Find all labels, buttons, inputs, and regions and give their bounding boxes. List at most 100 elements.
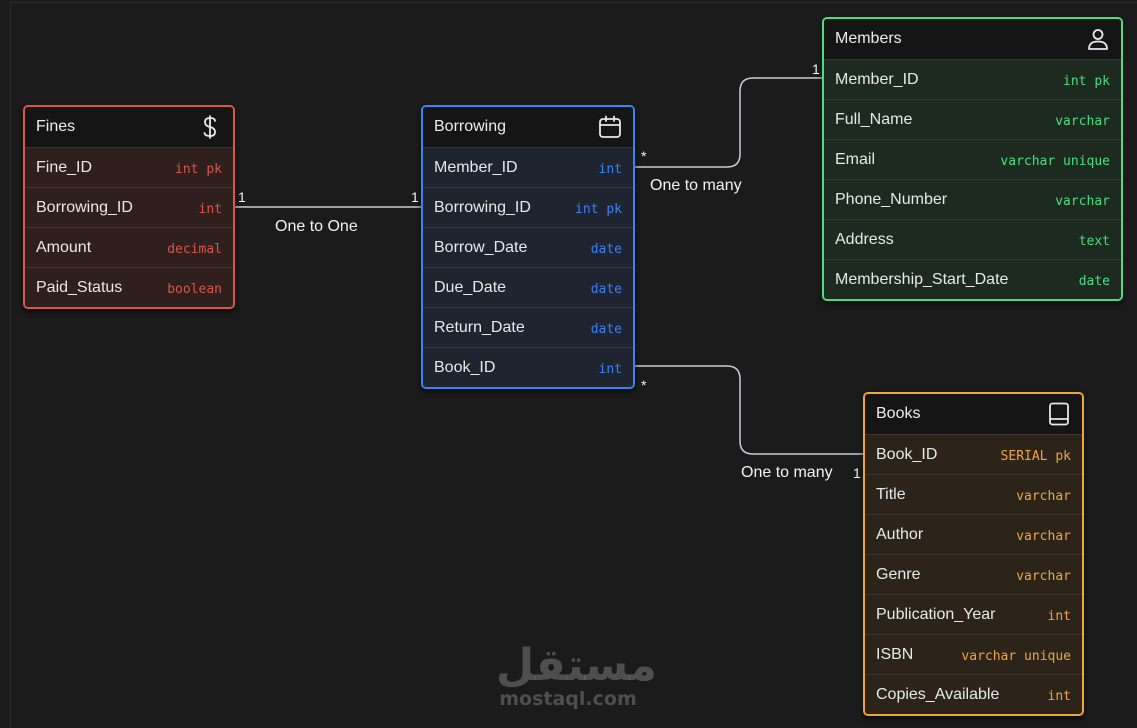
borrowing-table-header[interactable]: Borrowing [423,107,633,147]
column-name: Address [835,230,894,248]
column-type: varchar [1055,194,1110,209]
books-column-row[interactable]: ISBN varchar unique [865,634,1082,674]
members-column-row[interactable]: Email varchar unique [824,139,1121,179]
column-name: Copies_Available [876,685,1000,703]
fines-table-header[interactable]: Fines [25,107,233,147]
borrowing-column-row[interactable]: Book_ID int [423,347,633,387]
fines-table-title: Fines [36,118,76,135]
column-name: Due_Date [434,278,507,296]
books-column-row[interactable]: Publication_Year int [865,594,1082,634]
column-name: Amount [36,238,92,256]
members-table-title: Members [835,30,902,47]
borrowing-table-body: Member_ID int Borrowing_ID int pk Borrow_Dat… [423,147,633,387]
column-type: date [590,282,622,297]
column-type: text [1078,234,1110,249]
column-type: varchar unique [1000,154,1110,169]
books-column-row[interactable]: Book_ID SERIAL pk [865,434,1082,474]
column-name: Title [876,485,906,503]
column-type: int [1047,609,1071,624]
cardinality-books-side: 1 [853,465,861,481]
relation-line-borrowing-books [633,365,866,455]
column-name: Publication_Year [876,605,996,623]
members-column-row[interactable]: Membership_Start_Date date [824,259,1121,299]
members-column-row[interactable]: Member_ID int pk [824,59,1121,99]
relation-label-borrowing-members: One to many [650,177,742,194]
column-name: Return_Date [434,318,525,336]
relation-label-fines-borrowing: One to One [275,218,358,235]
fines-column-row[interactable]: Amount decimal [25,227,233,267]
column-type: varchar [1016,529,1071,544]
column-type: int [1047,689,1071,704]
column-name: Member_ID [434,158,518,176]
book-icon [1047,402,1071,426]
user-icon [1086,27,1110,51]
column-name: Fine_ID [36,158,93,176]
watermark-arabic: مستقل [496,640,657,691]
column-type: SERIAL pk [1000,449,1071,464]
mostaql-watermark: مستقل mostaql.com [496,640,657,711]
column-type: date [1078,274,1110,289]
column-type: int pk [1063,74,1110,89]
members-table-header[interactable]: Members [824,19,1121,59]
members-column-row[interactable]: Address text [824,219,1121,259]
relation-line-borrowing-members [633,77,825,168]
fines-column-row[interactable]: Borrowing_ID int [25,187,233,227]
cardinality-borrowing-book-side: * [641,377,647,393]
column-name: Membership_Start_Date [835,270,1009,288]
fines-column-row[interactable]: Fine_ID int pk [25,147,233,187]
books-column-row[interactable]: Genre varchar [865,554,1082,594]
column-type: boolean [167,282,222,297]
members-table[interactable]: Members Member_ID int pk Full_Name varchar E… [822,17,1123,301]
cardinality-borrowing-side: 1 [411,189,419,205]
column-name: ISBN [876,645,914,663]
members-column-row[interactable]: Full_Name varchar [824,99,1121,139]
members-column-row[interactable]: Phone_Number varchar [824,179,1121,219]
column-type: int [198,202,222,217]
books-table[interactable]: Books Book_ID SERIAL pk Title varchar Author… [863,392,1084,716]
column-type: varchar unique [961,649,1071,664]
column-name: Member_ID [835,70,919,88]
borrowing-column-row[interactable]: Return_Date date [423,307,633,347]
column-type: date [590,242,622,257]
column-name: Borrowing_ID [434,198,531,216]
column-type: varchar [1055,114,1110,129]
column-type: varchar [1016,489,1071,504]
column-name: Phone_Number [835,190,948,208]
cardinality-borrowing-member-side: * [641,148,647,164]
cardinality-members-side: 1 [812,61,820,77]
borrowing-table-title: Borrowing [434,118,507,135]
column-type: decimal [167,242,222,257]
fines-column-row[interactable]: Paid_Status boolean [25,267,233,307]
books-table-title: Books [876,405,921,422]
cardinality-fines-side: 1 [238,189,246,205]
fines-table[interactable]: Fines Fine_ID int pk Borrowing_ID int Amount… [23,105,235,309]
members-table-body: Member_ID int pk Full_Name varchar Email varc… [824,59,1121,299]
borrowing-column-row[interactable]: Borrow_Date date [423,227,633,267]
relation-label-borrowing-books: One to many [741,464,833,481]
column-type: int [598,362,622,377]
column-name: Genre [876,565,921,583]
watermark-latin: mostaql.com [499,688,637,710]
books-column-row[interactable]: Author varchar [865,514,1082,554]
column-name: Full_Name [835,110,913,128]
column-type: int [598,162,622,177]
column-type: date [590,322,622,337]
column-name: Borrow_Date [434,238,528,256]
books-table-header[interactable]: Books [865,394,1082,434]
column-name: Email [835,150,876,168]
column-name: Paid_Status [36,278,123,296]
fines-table-body: Fine_ID int pk Borrowing_ID int Amount decima… [25,147,233,307]
books-column-row[interactable]: Copies_Available int [865,674,1082,714]
borrowing-table[interactable]: Borrowing Member_ID int Borrowing_ID int pk… [421,105,635,389]
column-type: varchar [1016,569,1071,584]
books-column-row[interactable]: Title varchar [865,474,1082,514]
books-table-body: Book_ID SERIAL pk Title varchar Author varcha… [865,434,1082,714]
column-name: Book_ID [434,358,496,376]
column-type: int pk [575,202,622,217]
dollar-icon [198,115,222,139]
calendar-icon [598,115,622,139]
borrowing-column-row[interactable]: Due_Date date [423,267,633,307]
column-name: Author [876,525,924,543]
borrowing-column-row[interactable]: Borrowing_ID int pk [423,187,633,227]
borrowing-column-row[interactable]: Member_ID int [423,147,633,187]
